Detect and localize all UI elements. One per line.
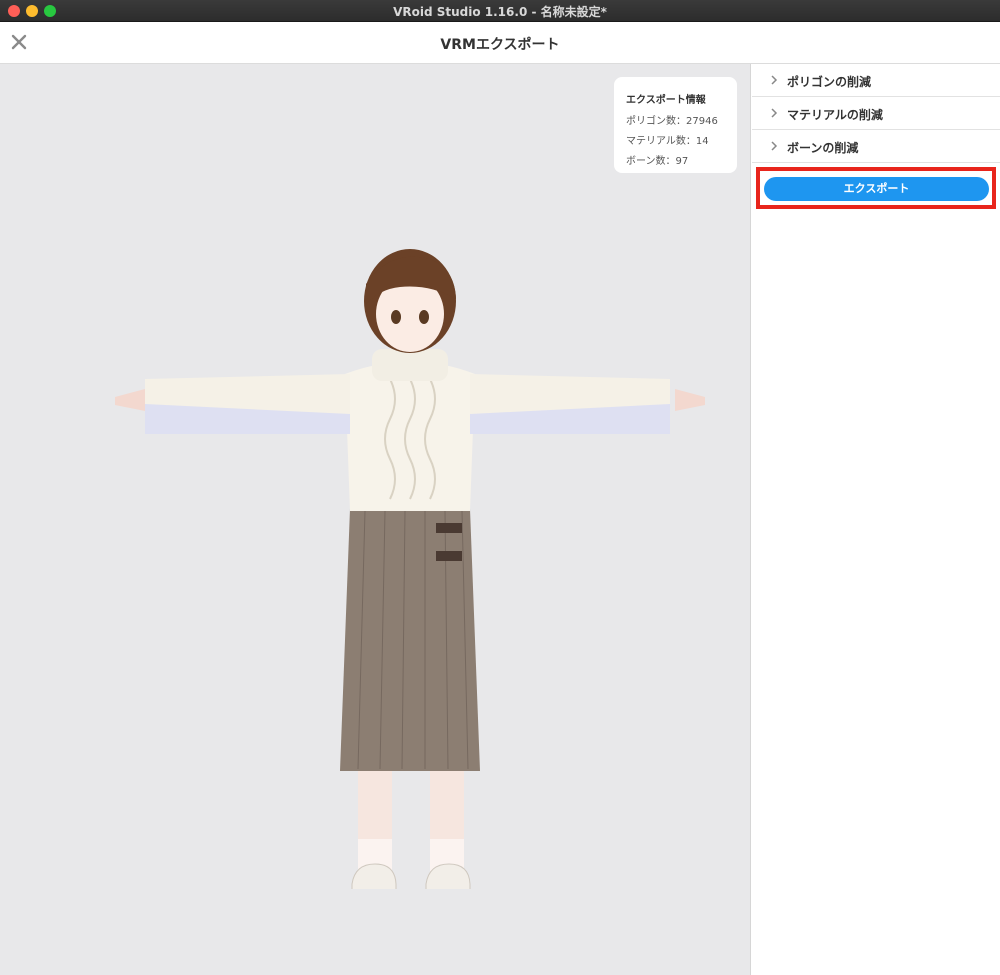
sweater-body — [345, 361, 475, 511]
bone-count: ボーン数：97 — [626, 156, 689, 167]
skirt-buckle-top — [436, 523, 462, 533]
turtleneck-collar — [372, 349, 448, 381]
export-info-card: エクスポート情報 ポリゴン数：27946 マテリアル数：14 ボーン数：97 — [614, 77, 737, 173]
page-title: VRMエクスポート — [440, 37, 560, 53]
export-info-title: エクスポート情報 — [626, 95, 706, 106]
accordion-bone-reduction[interactable]: ボーンの削減 — [752, 130, 1000, 163]
right-hand — [675, 389, 705, 411]
left-hand — [115, 389, 145, 411]
chevron-right-icon — [771, 141, 778, 151]
accordion-material-reduction[interactable]: マテリアルの削減 — [752, 97, 1000, 130]
accordion-polygon-reduction[interactable]: ポリゴンの削減 — [752, 64, 1000, 97]
accordion-label: ボーンの削減 — [787, 141, 859, 155]
chevron-right-icon — [771, 108, 778, 118]
accordion-label: ポリゴンの削減 — [787, 75, 872, 89]
title-bar: VRoid Studio 1.16.0 - 名称未設定* — [0, 0, 1000, 22]
export-settings-panel: ポリゴンの削減 マテリアルの削減 ボーンの削減 エクスポート — [752, 64, 1000, 975]
dialog-header: VRMエクスポート — [0, 22, 1000, 64]
model-preview-viewport[interactable]: エクスポート情報 ポリゴン数：27946 マテリアル数：14 ボーン数：97 — [0, 64, 751, 975]
material-count: マテリアル数：14 — [626, 136, 709, 147]
export-button[interactable]: エクスポート — [764, 177, 989, 201]
chevron-right-icon — [771, 75, 778, 85]
window-title: VRoid Studio 1.16.0 - 名称未設定* — [393, 5, 607, 19]
avatar-model-preview — [115, 249, 705, 889]
left-eye — [391, 310, 401, 324]
app-window: VRoid Studio 1.16.0 - 名称未設定* VRMエクスポート エ… — [0, 0, 1000, 975]
polygon-count: ポリゴン数：27946 — [626, 116, 718, 127]
skirt-buckle-bottom — [436, 551, 462, 561]
accordion-label: マテリアルの削減 — [787, 108, 883, 122]
right-eye — [419, 310, 429, 324]
